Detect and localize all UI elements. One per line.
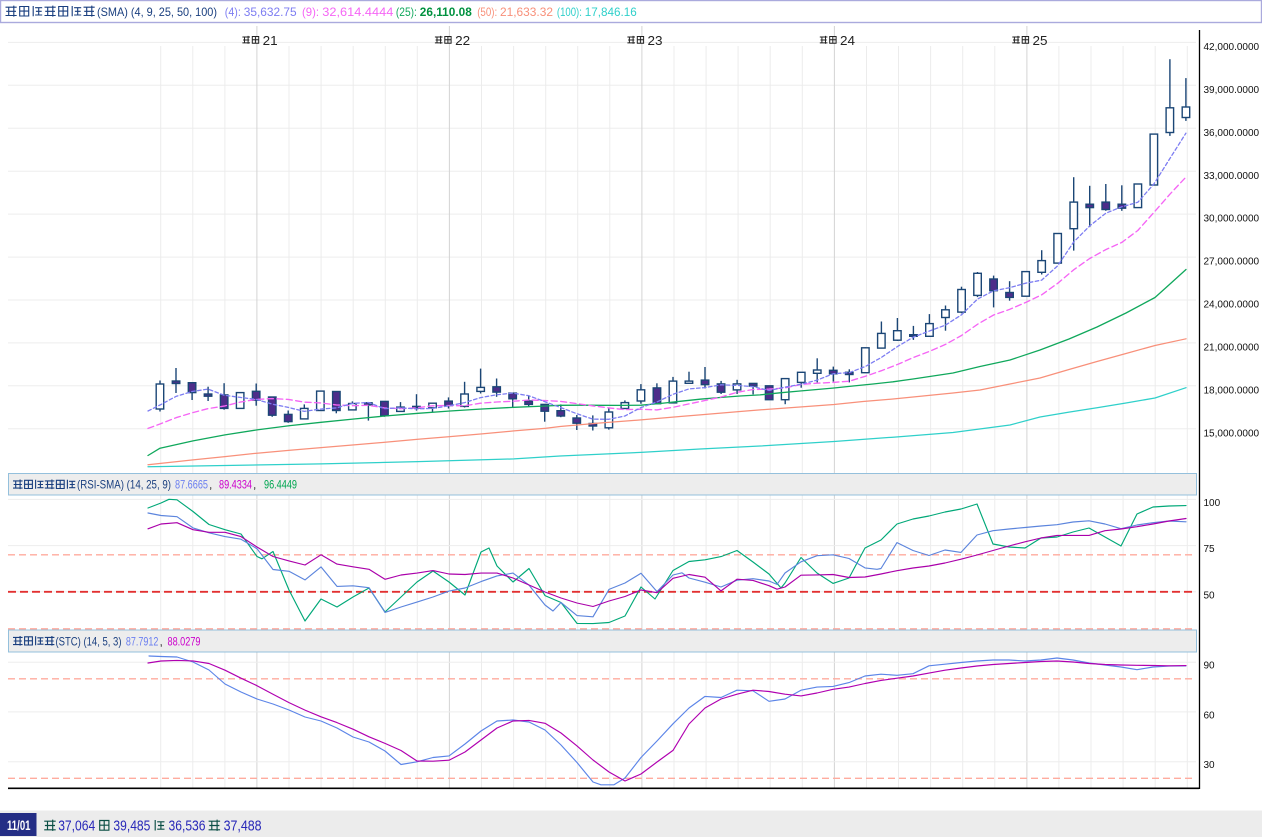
svg-text:30,000.0000: 30,000.0000	[1204, 214, 1260, 225]
svg-text:100: 100	[1204, 498, 1221, 509]
svg-text:(50):: (50):	[477, 5, 497, 19]
svg-text:87.7912: 87.7912	[126, 635, 159, 649]
svg-text:(100):: (100):	[557, 5, 582, 19]
svg-text:90: 90	[1204, 661, 1216, 672]
svg-text:(9):: (9):	[302, 5, 319, 19]
svg-text:24: 24	[840, 33, 855, 48]
svg-text:50: 50	[1204, 590, 1216, 601]
svg-text:(25):: (25):	[396, 5, 417, 19]
svg-text:96.4449: 96.4449	[264, 478, 297, 492]
svg-text:87.6665: 87.6665	[175, 478, 208, 492]
svg-text:21: 21	[263, 33, 278, 48]
svg-text:(SMA) (4, 9, 25, 50, 100): (SMA) (4, 9, 25, 50, 100)	[97, 5, 217, 19]
svg-text:,: ,	[160, 635, 163, 649]
svg-text:23: 23	[648, 33, 663, 48]
svg-text:24,000.0000: 24,000.0000	[1204, 300, 1260, 311]
svg-text:89.4334: 89.4334	[219, 478, 252, 492]
svg-text:75: 75	[1204, 544, 1216, 555]
svg-text:,: ,	[253, 478, 256, 492]
svg-text:37,488: 37,488	[224, 819, 262, 835]
svg-text:39,485: 39,485	[113, 819, 150, 835]
svg-text:36,536: 36,536	[169, 819, 206, 835]
svg-text:22: 22	[455, 33, 470, 48]
svg-text:(4):: (4):	[225, 5, 241, 19]
svg-text:,: ,	[209, 478, 212, 492]
svg-text:33,000.0000: 33,000.0000	[1204, 171, 1260, 182]
svg-text:21,633.32: 21,633.32	[500, 5, 553, 19]
svg-text:42,000.0000: 42,000.0000	[1204, 42, 1260, 53]
svg-text:25: 25	[1033, 33, 1048, 48]
svg-text:30: 30	[1204, 760, 1216, 771]
svg-text:36,000.0000: 36,000.0000	[1204, 128, 1260, 139]
svg-text:21,000.0000: 21,000.0000	[1204, 343, 1260, 354]
svg-text:60: 60	[1204, 710, 1216, 721]
svg-text:27,000.0000: 27,000.0000	[1204, 257, 1260, 268]
svg-text:39,000.0000: 39,000.0000	[1204, 85, 1260, 96]
svg-text:18,000.0000: 18,000.0000	[1204, 385, 1260, 396]
svg-text:35,632.75: 35,632.75	[244, 5, 297, 19]
svg-text:26,110.08: 26,110.08	[420, 5, 472, 19]
svg-text:32,614.4444: 32,614.4444	[322, 5, 393, 19]
svg-text:88.0279: 88.0279	[168, 635, 201, 649]
svg-text:11/01: 11/01	[7, 818, 31, 833]
svg-text:17,846.16: 17,846.16	[585, 5, 637, 19]
svg-text:15,000.0000: 15,000.0000	[1204, 428, 1260, 439]
svg-text:37,064: 37,064	[58, 819, 95, 835]
svg-text:(STC) (14, 5, 3): (STC) (14, 5, 3)	[56, 635, 122, 649]
svg-text:(RSI-SMA) (14, 25, 9): (RSI-SMA) (14, 25, 9)	[77, 478, 171, 492]
